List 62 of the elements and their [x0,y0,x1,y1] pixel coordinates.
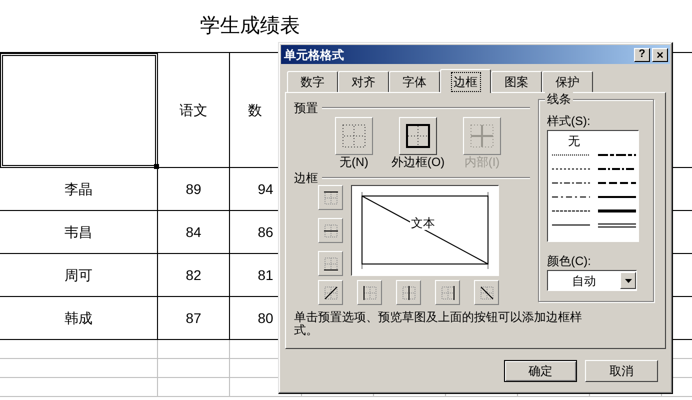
table-cell-text: 89 [186,180,202,198]
hint-text: 单击预置选项、预览草图及上面的按钮可以添加边框样式。 [294,311,583,337]
diagonal-up-border-icon [322,284,340,302]
table-cell-text: 86 [258,222,274,242]
section-label: 预置 [294,100,318,117]
table-cell-text: 81 [258,266,274,284]
table-cell-text: 82 [186,266,202,284]
tab[interactable]: 边框 [440,69,491,93]
preset-button[interactable] [335,117,373,155]
tab[interactable]: 保护 [542,71,593,92]
no-border-icon [341,123,367,149]
group-label: 线条 [545,91,573,107]
column-header: 数 [248,100,262,120]
tab[interactable]: 图案 [491,71,542,92]
tab[interactable]: 字体 [389,71,440,92]
left-border-button[interactable] [357,280,382,305]
preset-label: 内部(I) [464,155,500,169]
table-cell-text: 80 [258,308,274,328]
vertical-border-button[interactable] [396,280,421,305]
column-header: 语文 [180,100,208,120]
tab[interactable]: 对齐 [338,71,389,92]
help-button[interactable]: ? [634,48,650,62]
preset-label: 外边框(O) [391,155,445,169]
table-cell-text: 84 [186,222,202,242]
color-dropdown[interactable]: 自动 [547,270,637,291]
preset-button[interactable] [399,117,437,155]
right-border-button[interactable] [435,280,460,305]
diagonal-down-border-button[interactable] [474,280,499,305]
horizontal-border-icon [322,222,340,240]
top-border-button[interactable] [318,185,343,210]
dropdown-arrow-icon [624,278,632,282]
bottom-border-button[interactable] [318,251,343,276]
vertical-border-icon [400,284,418,302]
color-label: 颜色(C): [547,253,592,270]
window-title: 单元格格式 [284,46,344,64]
style-option[interactable]: 无 [552,132,596,150]
tab[interactable]: 数字 [287,71,338,92]
line-style-list[interactable]: 无 [547,130,639,242]
preview-text: 文本 [410,216,436,230]
diagonal-down-border-icon [478,284,496,302]
top-border-icon [322,188,340,206]
table-cell-text: 韦昌 [64,222,92,242]
diagonal-up-border-button[interactable] [318,280,343,305]
inside-border-icon [469,123,495,149]
style-label: 样式(S): [547,114,590,128]
left-border-icon [360,284,378,302]
table-cell-text: 周可 [64,266,92,284]
table-cell-text: 韩成 [64,308,92,328]
dialog-button[interactable]: 取消 [585,360,658,382]
right-border-icon [438,284,456,302]
outline-border-icon [405,123,431,149]
close-button[interactable]: × [652,48,668,62]
dialog-button[interactable]: 确定 [504,360,577,382]
table-cell-text: 94 [258,180,274,198]
section-label: 边框 [294,171,318,185]
table-cell-text: 李晶 [64,180,92,198]
sheet-title: 学生成绩表 [200,16,300,36]
selected-cell[interactable] [0,53,158,168]
bottom-border-icon [322,254,340,272]
horizontal-border-button[interactable] [318,218,343,243]
table-cell-text: 87 [186,308,202,328]
preset-label: 无(N) [340,155,368,169]
